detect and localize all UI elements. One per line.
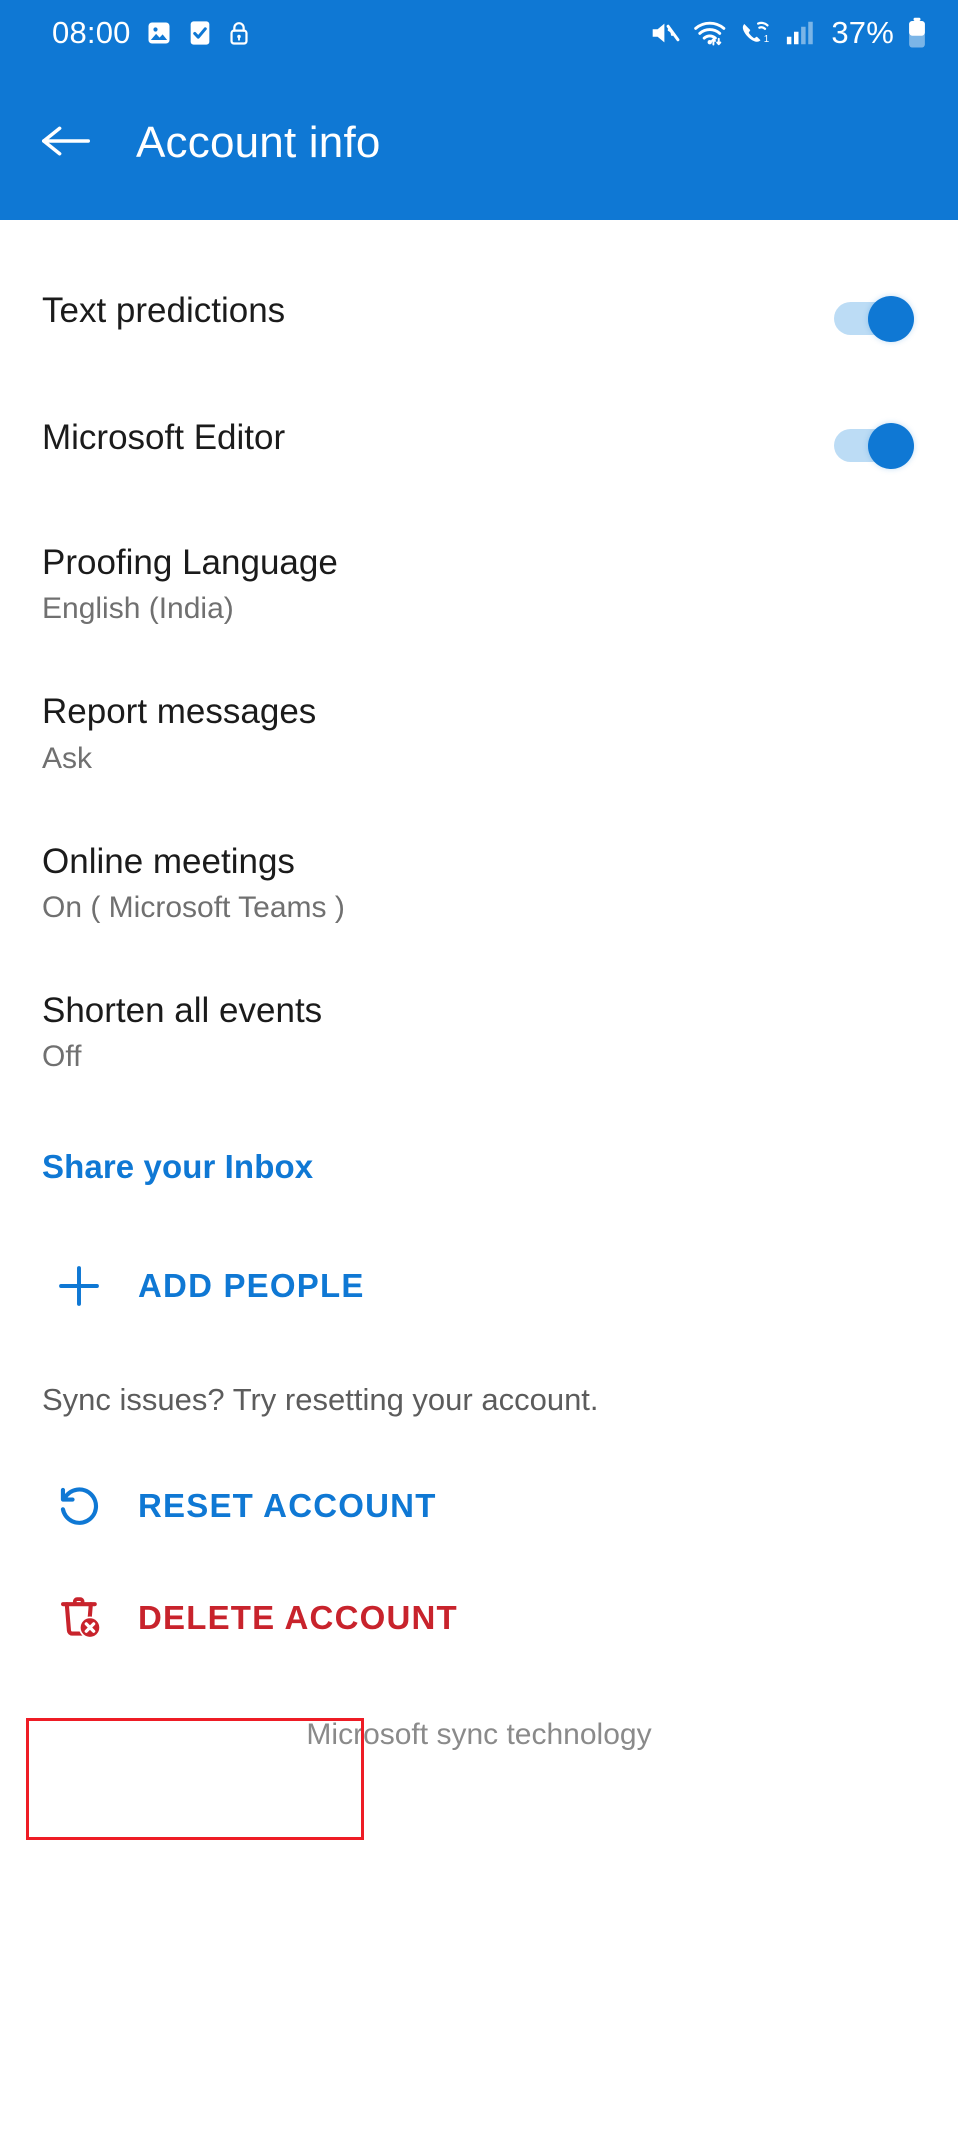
battery-percent-label: 37% [831, 15, 894, 50]
setting-title: Proofing Language [42, 543, 338, 582]
setting-subtitle: On ( Microsoft Teams ) [42, 890, 345, 924]
footer-note: Microsoft sync technology [306, 1718, 652, 1752]
trash-delete-icon [42, 1592, 138, 1644]
status-bar-left: 08:00 [52, 15, 251, 51]
setting-row-text-predictions[interactable]: Text predictions [0, 290, 958, 342]
app-header: 08:00 1 37% Account info [0, 0, 958, 220]
image-icon [145, 19, 173, 47]
reset-circular-arrow-icon [42, 1481, 138, 1531]
back-arrow-icon [39, 121, 93, 166]
plus-icon [42, 1261, 138, 1311]
setting-row-report-messages[interactable]: Report messages Ask [0, 691, 958, 776]
setting-subtitle: English (India) [42, 592, 234, 626]
status-time: 08:00 [52, 15, 131, 50]
setting-subtitle: Off [42, 1040, 82, 1074]
reset-account-label: RESET ACCOUNT [138, 1487, 437, 1525]
svg-text:1: 1 [764, 34, 769, 45]
add-people-label: ADD PEOPLE [138, 1267, 365, 1305]
setting-texts: Proofing Language English (India) [42, 542, 338, 627]
setting-texts: Online meetings On ( Microsoft Teams ) [42, 841, 345, 926]
phone-screen: 08:00 1 37% Account info Text prediction… [0, 0, 958, 2129]
wifi-icon [693, 18, 727, 48]
delete-account-button[interactable]: DELETE ACCOUNT [0, 1580, 958, 1656]
share-inbox-heading[interactable]: Share your Inbox [42, 1148, 313, 1186]
toggle-thumb [868, 423, 914, 469]
settings-list: Text predictions Microsoft Editor Proofi… [0, 220, 958, 1752]
setting-texts: Microsoft Editor [42, 417, 285, 458]
setting-texts: Shorten all events Off [42, 990, 322, 1075]
setting-row-online-meetings[interactable]: Online meetings On ( Microsoft Teams ) [0, 841, 958, 926]
lock-icon [227, 19, 251, 47]
status-bar-right: 1 37% [649, 15, 928, 51]
battery-icon [906, 17, 928, 49]
status-bar: 08:00 1 37% [0, 0, 958, 66]
setting-texts: Report messages Ask [42, 691, 316, 776]
text-predictions-toggle[interactable] [834, 296, 914, 342]
vowifi-call-icon: 1 [739, 18, 773, 48]
add-people-button[interactable]: ADD PEOPLE [0, 1248, 958, 1324]
back-button[interactable] [18, 121, 114, 166]
delete-account-label: DELETE ACCOUNT [138, 1599, 458, 1637]
setting-title: Online meetings [42, 841, 295, 881]
signal-bars-icon [785, 19, 815, 47]
microsoft-editor-toggle[interactable] [834, 423, 914, 469]
setting-title: Shorten all events [42, 990, 323, 1030]
setting-title: Text predictions [42, 291, 286, 330]
reset-account-button[interactable]: RESET ACCOUNT [0, 1468, 958, 1544]
mute-icon [649, 18, 681, 48]
setting-row-shorten-all-events[interactable]: Shorten all events Off [0, 990, 958, 1075]
page-title: Account info [136, 118, 381, 167]
setting-subtitle: Ask [42, 741, 93, 775]
app-bar: Account info [0, 66, 958, 220]
task-checkbox-icon [187, 19, 213, 47]
setting-title: Report messages [42, 692, 317, 732]
sync-issue-hint: Sync issues? Try resetting your account. [42, 1382, 599, 1418]
share-inbox-section[interactable]: Share your Inbox [0, 1148, 958, 1186]
setting-row-proofing-language[interactable]: Proofing Language English (India) [0, 542, 958, 627]
toggle-thumb [868, 296, 914, 342]
setting-row-microsoft-editor[interactable]: Microsoft Editor [0, 417, 958, 469]
setting-title: Microsoft Editor [42, 418, 286, 457]
setting-texts: Text predictions [42, 290, 285, 331]
